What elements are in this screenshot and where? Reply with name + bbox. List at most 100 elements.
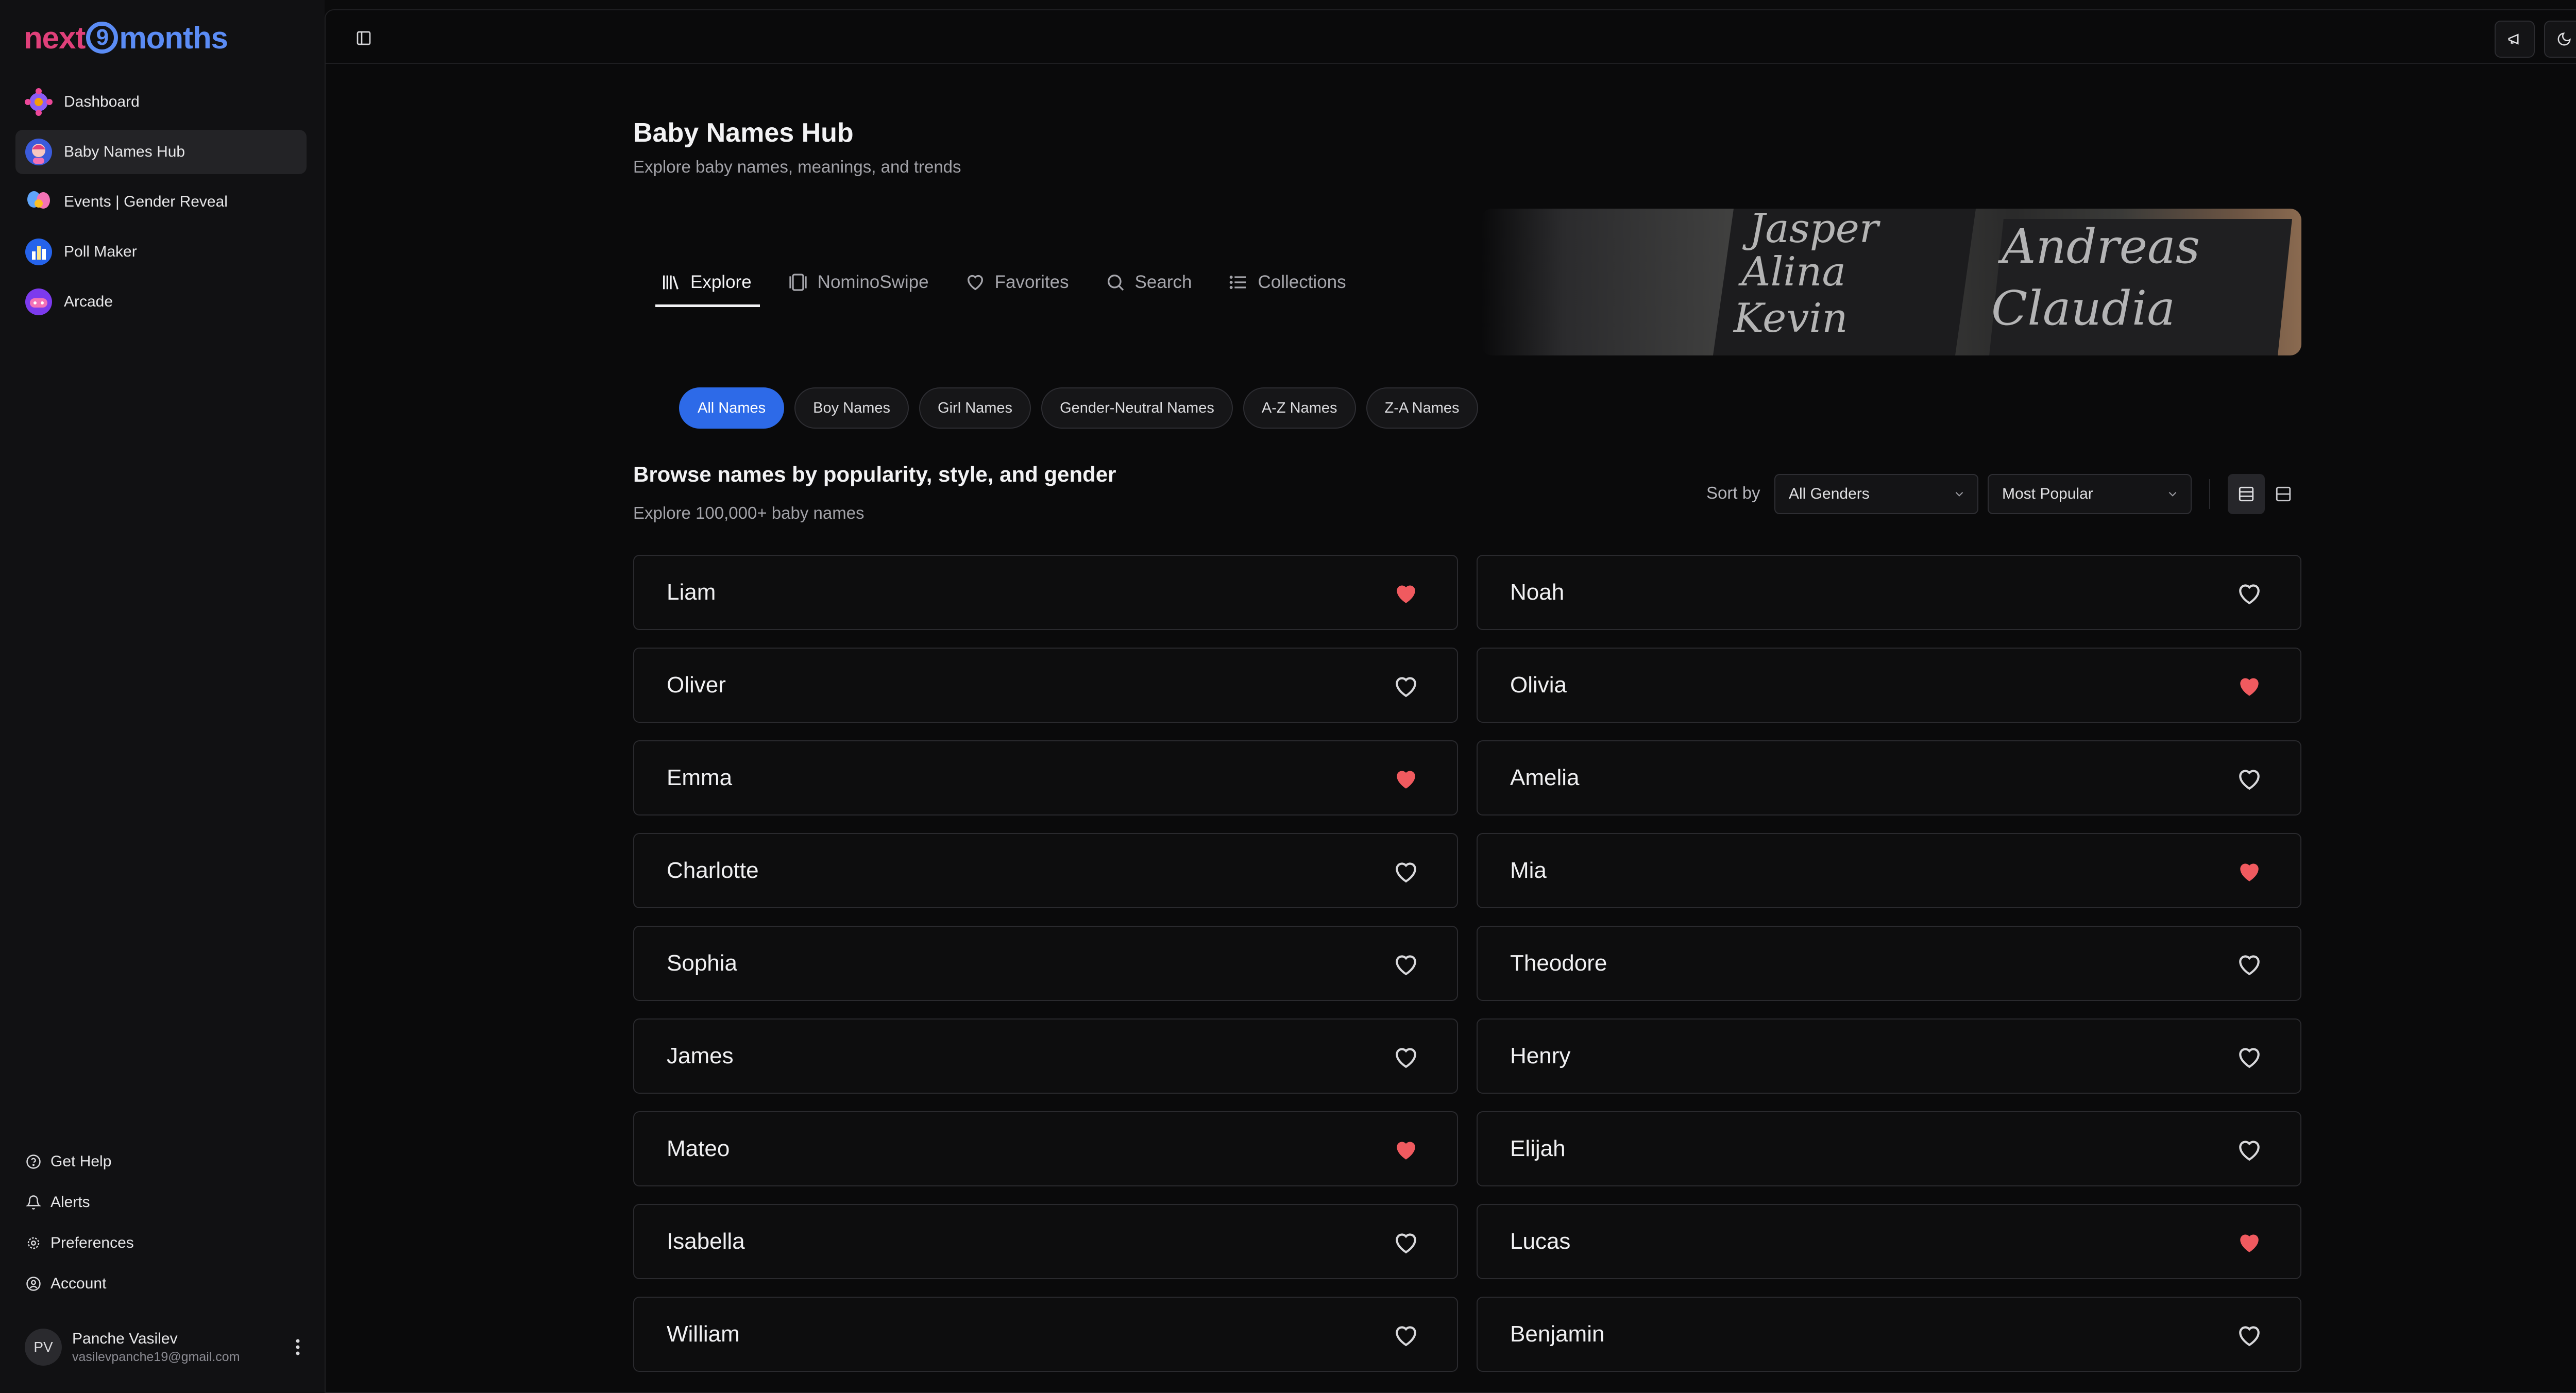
- announcement-button[interactable]: [2495, 21, 2535, 58]
- name-card[interactable]: Emma: [633, 740, 1458, 816]
- heart-filled-icon[interactable]: [1392, 580, 1420, 607]
- chevron-down-icon: [2168, 491, 2177, 497]
- tab-favorites[interactable]: Favorites: [965, 258, 1069, 307]
- heart-filled-icon[interactable]: [1392, 765, 1420, 793]
- name-card[interactable]: Liam: [633, 555, 1458, 630]
- heart-outline-icon[interactable]: [1392, 1043, 1420, 1071]
- order-select-value: Most Popular: [2002, 485, 2093, 502]
- banner-word: Alina: [1741, 249, 1846, 295]
- name-label: Mateo: [667, 1136, 730, 1161]
- name-card[interactable]: Elijah: [1477, 1111, 2301, 1186]
- heart-outline-icon[interactable]: [1392, 672, 1420, 700]
- name-card[interactable]: Isabella: [633, 1204, 1458, 1279]
- name-label: Olivia: [1510, 672, 1567, 698]
- heart-outline-icon[interactable]: [2235, 765, 2263, 793]
- compact-view-button[interactable]: [2265, 474, 2302, 514]
- tab-label: Search: [1134, 272, 1192, 292]
- balloons-icon: [25, 188, 53, 216]
- compact-view-icon: [2276, 486, 2291, 502]
- chart-icon: [25, 238, 53, 266]
- name-label: Oliver: [667, 672, 726, 698]
- gender-select[interactable]: All Genders: [1774, 474, 1978, 514]
- sidebar-item-arcade[interactable]: Arcade: [15, 280, 307, 324]
- name-card[interactable]: Theodore: [1477, 926, 2301, 1001]
- settings-icon: [27, 1237, 40, 1249]
- app-logo[interactable]: next 9 months: [24, 20, 228, 56]
- page-subtitle: Explore baby names, meanings, and trends: [633, 157, 961, 176]
- baby-icon: [25, 138, 53, 166]
- more-vertical-icon[interactable]: [290, 1336, 306, 1358]
- sidebar-item-dashboard[interactable]: Dashboard: [15, 80, 307, 124]
- sidebar-item-label: Account: [50, 1275, 107, 1292]
- chip-all-names[interactable]: All Names: [679, 387, 785, 429]
- chip-gender-neutral-names[interactable]: Gender-Neutral Names: [1041, 387, 1233, 429]
- sidebar-item-get-help[interactable]: Get Help: [15, 1141, 307, 1182]
- sidebar-item-label: Baby Names Hub: [64, 143, 185, 160]
- name-card[interactable]: Olivia: [1477, 648, 2301, 723]
- sidebar-item-label: Arcade: [64, 293, 113, 310]
- name-card[interactable]: Mia: [1477, 833, 2301, 908]
- chip-a-z-names[interactable]: A-Z Names: [1243, 387, 1356, 429]
- name-card[interactable]: Benjamin: [1477, 1297, 2301, 1372]
- swipe-cards-icon: [789, 274, 807, 291]
- heart-outline-icon[interactable]: [1392, 1229, 1420, 1256]
- banner-word: Jasper: [1749, 209, 1879, 252]
- name-card[interactable]: Oliver: [633, 648, 1458, 723]
- section-subtitle: Explore 100,000+ baby names: [633, 503, 865, 522]
- heart-outline-icon[interactable]: [2235, 1321, 2263, 1349]
- name-card[interactable]: James: [633, 1018, 1458, 1094]
- tab-collections[interactable]: Collections: [1228, 258, 1346, 307]
- user-email: vasilevpanche19@gmail.com: [72, 1349, 240, 1364]
- name-card[interactable]: Noah: [1477, 555, 2301, 630]
- name-card[interactable]: Amelia: [1477, 740, 2301, 816]
- chip-boy-names[interactable]: Boy Names: [794, 387, 909, 429]
- name-card[interactable]: Charlotte: [633, 833, 1458, 908]
- sidebar-item-alerts[interactable]: Alerts: [15, 1182, 307, 1222]
- toolbar-divider: [2209, 479, 2210, 509]
- chip-girl-names[interactable]: Girl Names: [919, 387, 1031, 429]
- heart-outline-icon[interactable]: [2235, 1136, 2263, 1164]
- heart-outline-icon[interactable]: [2235, 1043, 2263, 1071]
- heart-outline-icon[interactable]: [1392, 858, 1420, 886]
- name-card[interactable]: Sophia: [633, 926, 1458, 1001]
- logo-text-months: months: [119, 20, 228, 55]
- heart-outline-icon[interactable]: [1392, 1321, 1420, 1349]
- sidebar-item-baby-names-hub[interactable]: Baby Names Hub: [15, 130, 307, 174]
- tab-nominoswipe[interactable]: NominoSwipe: [788, 258, 929, 307]
- theme-toggle-button[interactable]: [2544, 21, 2576, 58]
- heart-outline-icon[interactable]: [2235, 580, 2263, 607]
- heart-outline-icon[interactable]: [2235, 950, 2263, 978]
- chip-z-a-names[interactable]: Z-A Names: [1366, 387, 1478, 429]
- name-card[interactable]: Henry: [1477, 1018, 2301, 1094]
- tab-label: Explore: [690, 272, 752, 292]
- sort-label: Sort by: [1706, 483, 1760, 502]
- list-view-button[interactable]: [2228, 474, 2265, 514]
- banner-word: Andreas: [2002, 219, 2200, 274]
- name-card[interactable]: Mateo: [633, 1111, 1458, 1186]
- sidebar-item-account[interactable]: Account: [15, 1263, 307, 1304]
- tab-label: Favorites: [994, 272, 1069, 292]
- banner-word: Claudia: [1991, 281, 2176, 336]
- sidebar-item-label: Poll Maker: [64, 243, 137, 260]
- logo-nine: 9: [86, 22, 118, 54]
- name-card[interactable]: Lucas: [1477, 1204, 2301, 1279]
- page-title: Baby Names Hub: [633, 118, 854, 148]
- section-title: Browse names by popularity, style, and g…: [633, 462, 1116, 486]
- sidebar-item-poll-maker[interactable]: Poll Maker: [15, 230, 307, 274]
- user-profile[interactable]: PV Panche Vasilev vasilevpanche19@gmail.…: [25, 1327, 311, 1368]
- tab-search[interactable]: Search: [1105, 258, 1192, 307]
- sidebar-item-events-gender-reveal[interactable]: Events | Gender Reveal: [15, 180, 307, 224]
- sidebar-item-label: Get Help: [50, 1152, 112, 1170]
- heart-filled-icon[interactable]: [2235, 858, 2263, 886]
- name-card[interactable]: William: [633, 1297, 1458, 1372]
- tab-explore[interactable]: Explore: [655, 258, 760, 307]
- name-label: Sophia: [667, 950, 738, 976]
- sidebar-item-preferences[interactable]: Preferences: [15, 1222, 307, 1263]
- heart-filled-icon[interactable]: [1392, 1136, 1420, 1164]
- name-label: Isabella: [667, 1229, 745, 1254]
- heart-outline-icon[interactable]: [1392, 950, 1420, 978]
- sidebar-toggle-icon[interactable]: [352, 27, 375, 49]
- order-select[interactable]: Most Popular: [1988, 474, 2192, 514]
- heart-filled-icon[interactable]: [2235, 1229, 2263, 1256]
- heart-filled-icon[interactable]: [2235, 672, 2263, 700]
